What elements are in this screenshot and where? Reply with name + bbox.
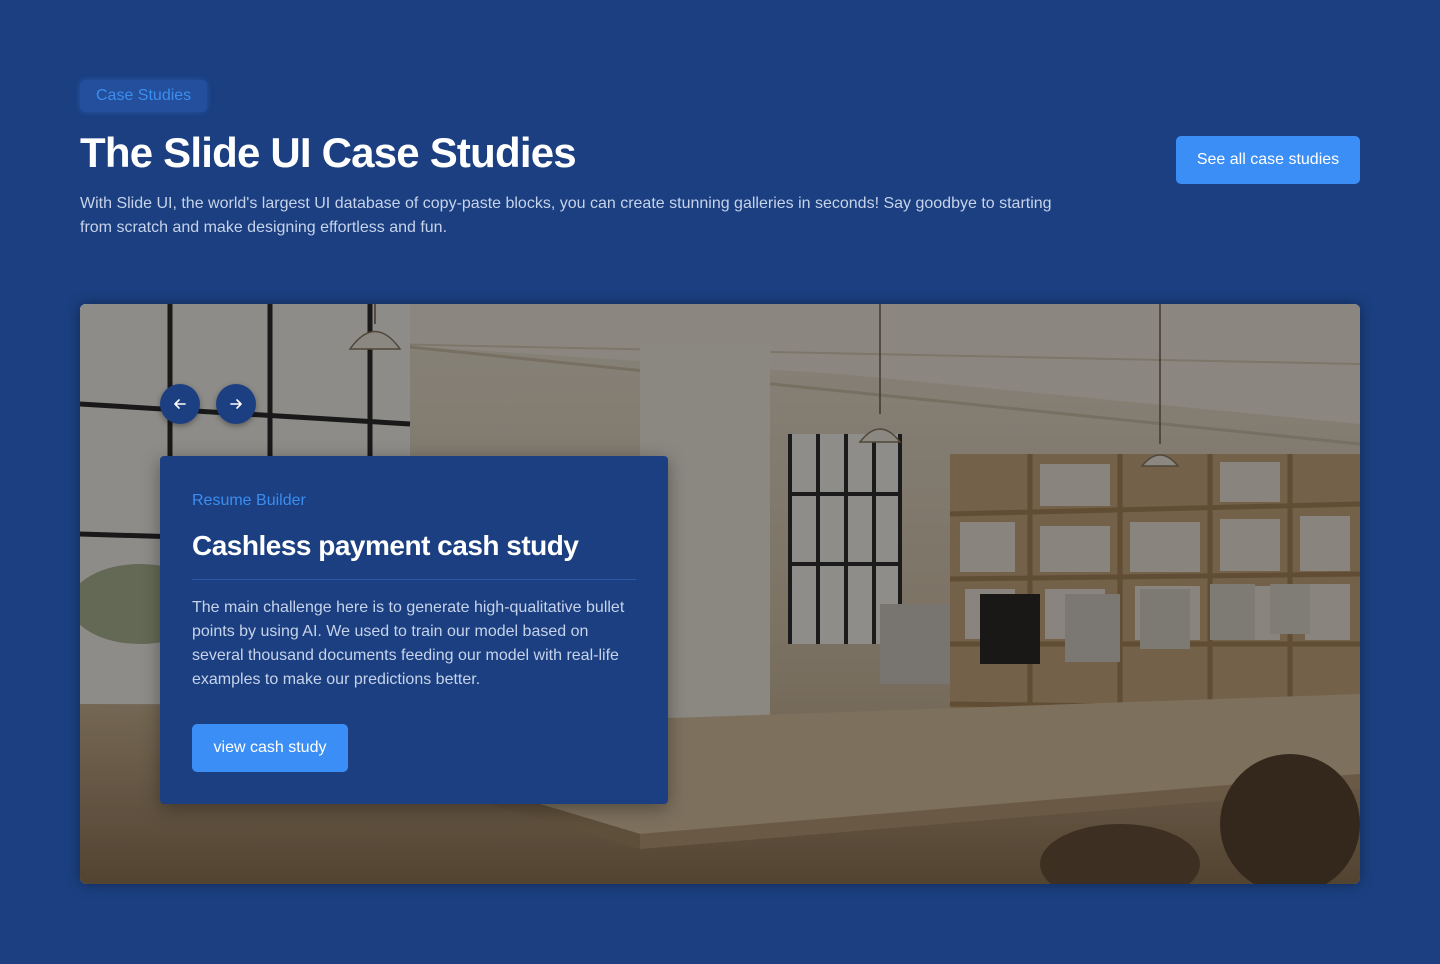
card-divider <box>192 579 636 580</box>
page-title: The Slide UI Case Studies <box>80 129 577 176</box>
card-description: The main challenge here is to generate h… <box>192 599 625 688</box>
card-category: Resume Builder <box>192 492 306 509</box>
carousel-next-button[interactable] <box>216 384 256 424</box>
view-case-study-button[interactable]: view cash study <box>192 724 348 772</box>
card-title: Cashless payment cash study <box>192 530 579 561</box>
arrow-right-icon <box>230 399 242 409</box>
case-studies-section: Case Studies The Slide UI Case Studies W… <box>0 0 1440 964</box>
arrow-left-icon <box>174 399 186 409</box>
section-description: With Slide UI, the world's largest UI da… <box>80 195 1052 236</box>
case-study-card: Resume Builder Cashless payment cash stu… <box>160 456 668 804</box>
carousel-prev-button[interactable] <box>160 384 200 424</box>
section-badge: Case Studies <box>80 80 208 112</box>
see-all-case-studies-button[interactable]: See all case studies <box>1176 136 1360 184</box>
